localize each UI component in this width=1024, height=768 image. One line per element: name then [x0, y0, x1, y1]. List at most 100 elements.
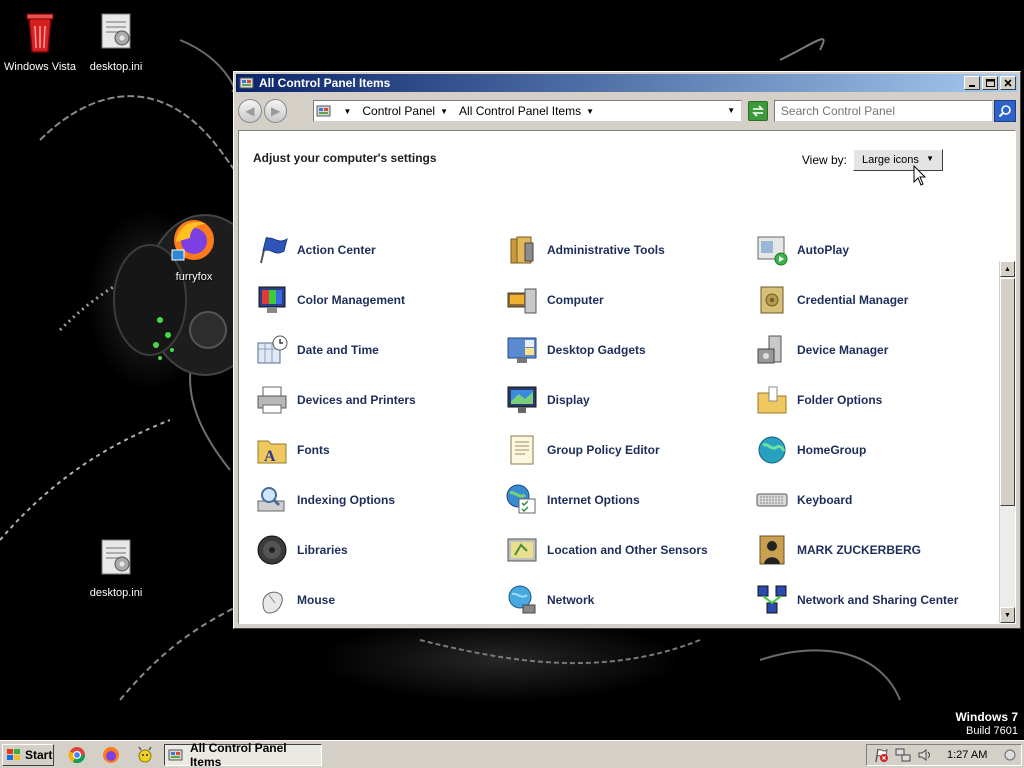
refresh-icon	[752, 105, 764, 117]
cp-item-libraries[interactable]: Libraries	[255, 525, 505, 575]
desktop-icon-furryfox[interactable]: furryfox	[154, 216, 234, 284]
control-panel-items-grid: Action Center Administrative Tools AutoP…	[255, 225, 1005, 625]
forward-button[interactable]: ▶	[263, 99, 288, 123]
cp-item-device-manager[interactable]: Device Manager	[755, 325, 1005, 375]
content-pane: Adjust your computer's settings View by:…	[238, 130, 1016, 624]
cp-item-mouse[interactable]: Mouse	[255, 575, 505, 625]
cp-item-label: Action Center	[297, 243, 376, 257]
navigation-bar: ◀ ▶ ▼ Control Panel ▼ All Control Panel …	[238, 96, 1017, 126]
cp-item-network[interactable]: Network	[505, 575, 755, 625]
quick-launch-chrome[interactable]	[66, 744, 88, 766]
cp-item-color-management[interactable]: Color Management	[255, 275, 505, 325]
cp-item-computer[interactable]: Computer	[505, 275, 755, 325]
cp-item-group-policy-editor[interactable]: Group Policy Editor	[505, 425, 755, 475]
cp-item-label: Display	[547, 393, 590, 407]
printer-icon	[257, 386, 287, 414]
breadcrumb-root-arrow[interactable]: ▼	[338, 107, 356, 116]
breadcrumb-chevron-icon: ▼	[440, 106, 449, 116]
taskbar-button-control-panel[interactable]: All Control Panel Items	[164, 741, 322, 768]
view-by-label: View by:	[801, 153, 847, 167]
back-button[interactable]: ◀	[238, 99, 262, 123]
cp-item-devices-and-printers[interactable]: Devices and Printers	[255, 375, 505, 425]
quick-launch-misc-app[interactable]	[134, 744, 156, 766]
mouse-icon	[262, 591, 283, 614]
clock[interactable]: 1:27 AM	[947, 749, 987, 761]
computer-icon	[507, 288, 537, 314]
cp-item-network-sharing-center[interactable]: Network and Sharing Center	[755, 575, 1005, 625]
cp-item-homegroup[interactable]: HomeGroup	[755, 425, 1005, 475]
search-input[interactable]	[780, 104, 993, 118]
cp-item-mark-zuckerberg[interactable]: MARK ZUCKERBERG	[755, 525, 1005, 575]
taskbar: Start All Control Panel Items 1:27 AM	[0, 740, 1024, 768]
show-desktop-icon[interactable]	[1003, 748, 1017, 762]
recycle-bin-icon	[26, 13, 54, 53]
desktop-icon-windows-vista[interactable]: Windows Vista	[0, 6, 80, 74]
windows-version-branding: Windows 7 Build 7601	[955, 710, 1018, 738]
breadcrumb-control-panel[interactable]: Control Panel ▼	[362, 104, 453, 118]
tray-action-center[interactable]	[873, 747, 889, 763]
tray-network[interactable]	[895, 747, 911, 763]
control-panel-window[interactable]: All Control Panel Items ◀ ▶ ▼ Control Pa…	[233, 71, 1021, 629]
cp-item-desktop-gadgets[interactable]: Desktop Gadgets	[505, 325, 755, 375]
desktop-icon-desktop-ini-2[interactable]: desktop.ini	[76, 532, 156, 600]
address-history-dropdown-icon[interactable]: ▼	[727, 106, 735, 115]
cp-item-fonts[interactable]: A Fonts	[255, 425, 505, 475]
close-button[interactable]	[1000, 76, 1016, 90]
desktop-icon-label: Windows Vista	[4, 61, 76, 73]
cp-item-indexing-options[interactable]: Indexing Options	[255, 475, 505, 525]
user-account-icon	[759, 535, 785, 565]
scroll-down-button[interactable]: ▼	[1000, 607, 1015, 623]
breadcrumb-label: All Control Panel Items	[459, 104, 582, 118]
cp-item-label: Internet Options	[547, 493, 640, 507]
color-management-icon	[258, 286, 286, 313]
scroll-up-button[interactable]: ▲	[1000, 261, 1015, 277]
keyboard-icon	[756, 493, 788, 507]
network-tray-icon	[895, 748, 911, 762]
misc-app-icon	[138, 746, 152, 762]
cp-item-credential-manager[interactable]: Credential Manager	[755, 275, 1005, 325]
minimize-button[interactable]	[964, 76, 980, 90]
homegroup-globe-icon	[758, 436, 786, 464]
cp-item-date-and-time[interactable]: Date and Time	[255, 325, 505, 375]
cp-item-location-sensors[interactable]: Location and Other Sensors	[505, 525, 755, 575]
cp-item-keyboard[interactable]: Keyboard	[755, 475, 1005, 525]
cp-item-label: Fonts	[297, 443, 330, 457]
search-field[interactable]	[773, 100, 994, 122]
cp-item-folder-options[interactable]: Folder Options	[755, 375, 1005, 425]
fonts-folder-icon: A	[257, 440, 287, 465]
scroll-thumb[interactable]	[1000, 278, 1015, 506]
desktop-icon-desktop-ini[interactable]: desktop.ini	[76, 6, 156, 74]
vertical-scrollbar[interactable]: ▲ ▼	[999, 261, 1015, 623]
breadcrumb-chevron-icon: ▼	[343, 106, 352, 116]
calendar-clock-icon	[257, 335, 288, 364]
start-button[interactable]: Start	[2, 743, 54, 766]
cp-item-label: Group Policy Editor	[547, 443, 660, 457]
window-titlebar[interactable]: All Control Panel Items	[236, 74, 1018, 92]
cp-item-label: Computer	[547, 293, 604, 307]
quick-launch-firefox[interactable]	[100, 744, 122, 766]
cp-item-autoplay[interactable]: AutoPlay	[755, 225, 1005, 275]
refresh-button[interactable]	[748, 101, 768, 121]
device-manager-icon	[757, 335, 782, 364]
breadcrumb-all-items[interactable]: All Control Panel Items ▼	[459, 104, 599, 118]
flag-icon	[260, 236, 288, 264]
cp-item-action-center[interactable]: Action Center	[255, 225, 505, 275]
tray-volume[interactable]	[917, 747, 933, 763]
cp-item-label: Mouse	[297, 593, 336, 607]
address-bar[interactable]: ▼ Control Panel ▼ All Control Panel Item…	[313, 100, 743, 122]
search-button[interactable]	[994, 100, 1017, 122]
cp-item-administrative-tools[interactable]: Administrative Tools	[505, 225, 755, 275]
minimize-icon	[969, 85, 975, 87]
system-tray: 1:27 AM	[866, 744, 1022, 766]
network-globe-icon	[508, 585, 536, 614]
cp-item-label: Libraries	[297, 543, 348, 557]
view-by-dropdown[interactable]: Large icons ▼	[853, 149, 943, 171]
gadgets-icon	[507, 337, 537, 363]
cp-item-internet-options[interactable]: Internet Options	[505, 475, 755, 525]
maximize-button[interactable]	[982, 76, 998, 90]
arrow-up-icon: ▲	[1004, 265, 1011, 273]
cp-item-display[interactable]: Display	[505, 375, 755, 425]
windows-version-name: Windows 7	[955, 710, 1018, 724]
windows-logo-icon	[7, 748, 20, 760]
indexing-icon	[257, 487, 285, 512]
